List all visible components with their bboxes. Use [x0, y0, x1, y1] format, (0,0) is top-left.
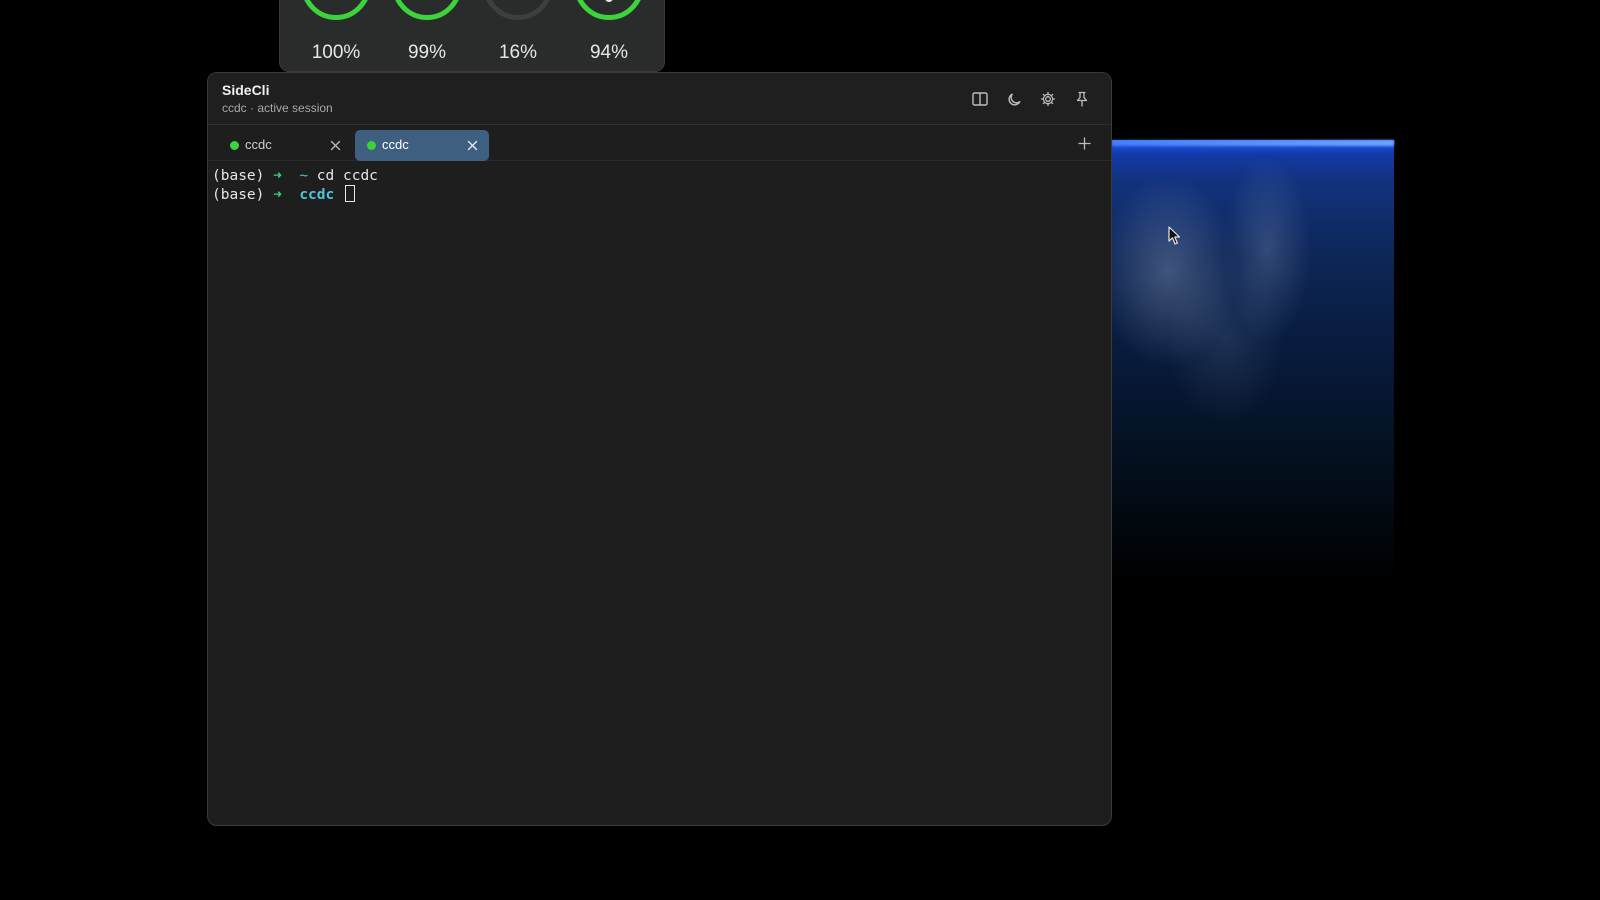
moon-icon[interactable] — [1004, 89, 1024, 109]
command-text: cd ccdc — [316, 168, 378, 184]
terminal-line: (base) ➜ ~ cd ccdc — [212, 167, 1107, 185]
tab-label: ccdc — [382, 137, 409, 152]
status-dot-icon — [367, 141, 376, 150]
mouse-pointer-icon — [1168, 226, 1181, 245]
sidecli-window: SideCli ccdc · active session ccdc ccdc … — [207, 72, 1112, 826]
gauge-ring-icon — [392, 0, 462, 20]
tab-label: ccdc — [245, 137, 272, 152]
prompt-arrow-icon: ➜ — [273, 187, 282, 203]
split-view-icon[interactable] — [970, 89, 990, 109]
conda-env: (base) — [212, 187, 265, 203]
pin-icon[interactable] — [1072, 89, 1092, 109]
terminal-line: (base) ➜ ccdc — [212, 185, 1107, 203]
prompt-cwd: ~ — [299, 168, 309, 184]
gauge-ring-icon — [483, 0, 553, 20]
prompt-cwd: ccdc — [299, 187, 335, 203]
gauge-value: 16% — [498, 42, 538, 63]
conda-env: (base) — [212, 168, 265, 184]
gauge-ring-icon — [574, 0, 644, 20]
close-icon[interactable] — [326, 136, 344, 154]
status-dot-icon — [230, 141, 239, 150]
prompt-arrow-icon: ➜ — [273, 168, 282, 184]
system-stats-widget: 100% 99% 16% 94% — [279, 0, 665, 72]
gauge-value: 99% — [407, 42, 447, 63]
gauge-value: 94% — [589, 42, 629, 63]
terminal-output[interactable]: (base) ➜ ~ cd ccdc (base) ➜ ccdc — [208, 161, 1111, 825]
tab-ccdc-2[interactable]: ccdc — [355, 130, 489, 161]
session-subtitle: ccdc · active session — [222, 101, 333, 115]
desktop: 100% 99% 16% 94% SideCli ccdc · active s… — [0, 0, 1600, 900]
tab-bar: ccdc ccdc — [208, 125, 1111, 161]
tab-ccdc-1[interactable]: ccdc — [218, 130, 352, 161]
earth-wallpaper — [1112, 140, 1394, 580]
title-bar[interactable]: SideCli ccdc · active session — [208, 73, 1111, 125]
terminal-cursor — [344, 185, 355, 202]
gear-icon[interactable] — [1038, 89, 1058, 109]
new-tab-plus-icon[interactable] — [1075, 134, 1093, 152]
gauge-ring-icon — [301, 0, 371, 20]
gauge-value: 100% — [311, 42, 361, 63]
app-title: SideCli — [222, 82, 270, 98]
close-icon[interactable] — [463, 136, 481, 154]
